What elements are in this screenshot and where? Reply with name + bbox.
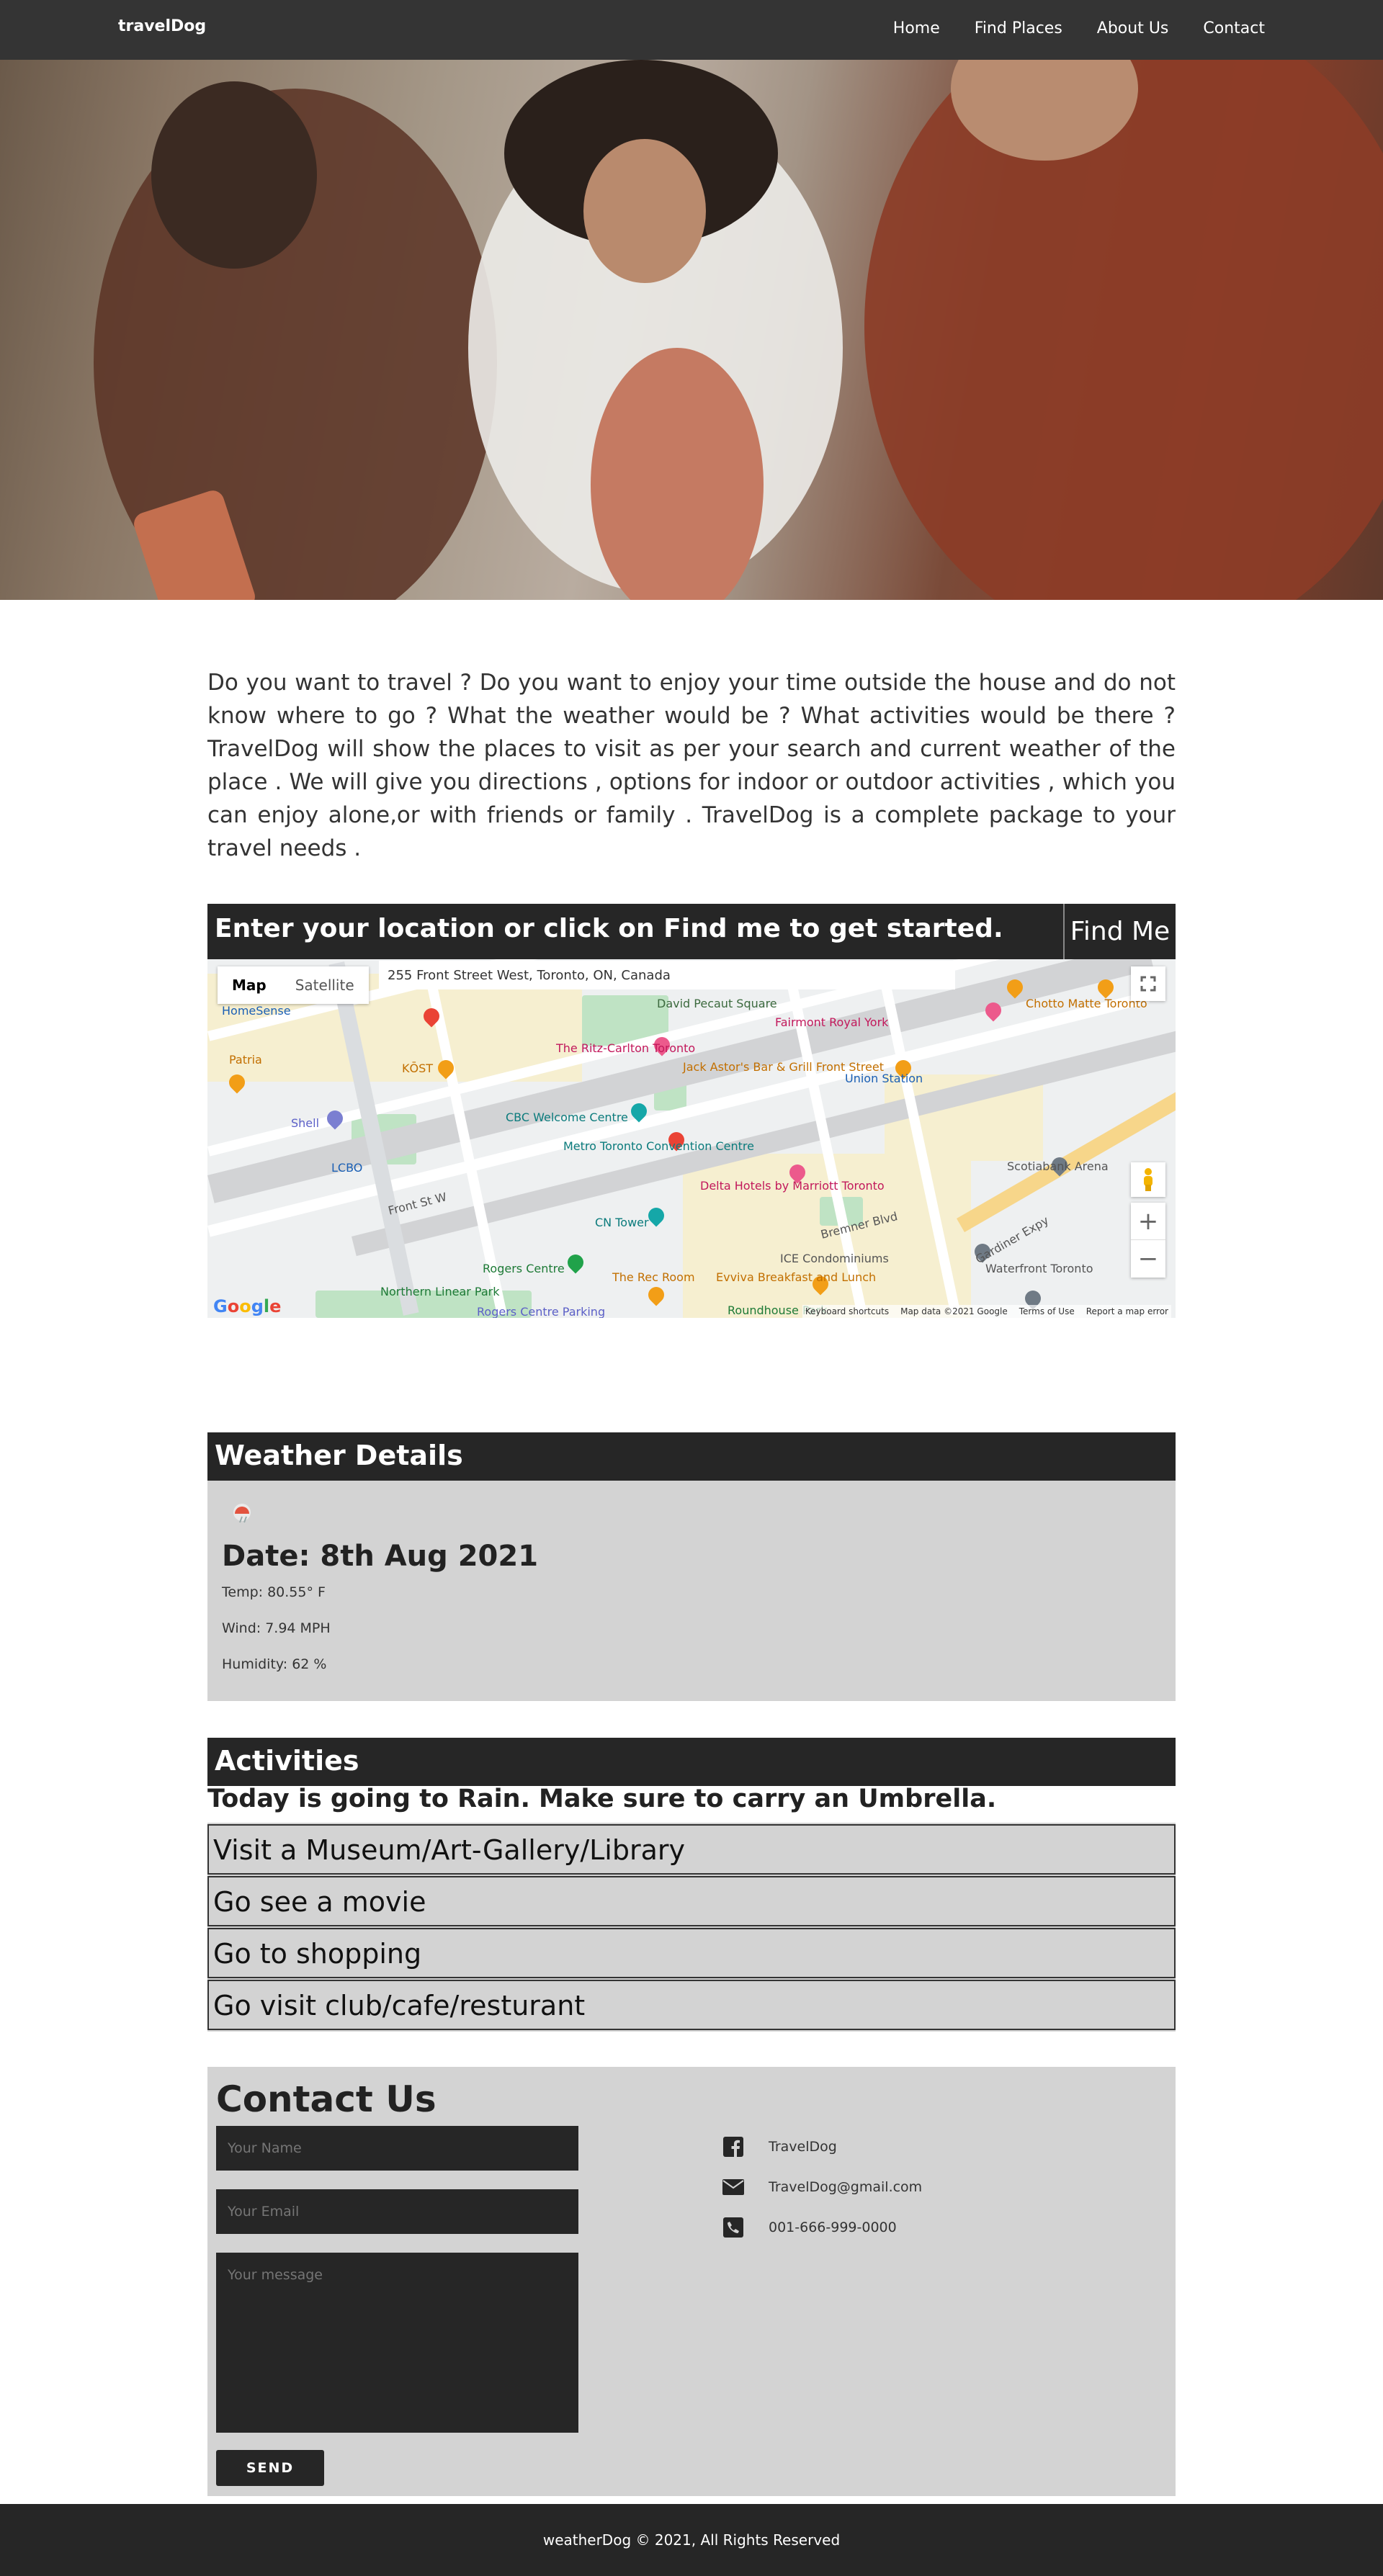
report-error-link[interactable]: Report a map error	[1086, 1306, 1168, 1316]
nav-links: Home Find Places About Us Contact	[893, 19, 1265, 37]
poi-label: Union Station	[845, 1072, 923, 1085]
poi-label: CBC Welcome Centre	[506, 1110, 628, 1124]
poi-label: Chotto Matte Toronto	[1026, 997, 1147, 1010]
map-tab-satellite[interactable]: Satellite	[281, 966, 369, 1004]
name-field[interactable]	[216, 2126, 578, 2171]
contact-facebook: TravelDog	[722, 2136, 837, 2158]
activity-item[interactable]: Go see a movie	[207, 1876, 1176, 1926]
facebook-handle: TravelDog	[769, 2139, 837, 2155]
activities-list: Visit a Museum/Art-Gallery/Library Go se…	[207, 1823, 1176, 2032]
find-me-button[interactable]: Find Me	[1063, 904, 1176, 959]
poi-label: Gardiner Expy	[972, 1213, 1052, 1267]
contact-section: Contact Us SEND TravelDog TravelDog@gmai…	[207, 2067, 1176, 2496]
poi-label: Patria	[229, 1053, 262, 1067]
nav-contact[interactable]: Contact	[1203, 19, 1265, 37]
google-map[interactable]: David Pecaut Square Fairmont Royal York …	[207, 959, 1176, 1318]
contact-email: TravelDog@gmail.com	[722, 2176, 922, 2198]
nav-find-places[interactable]: Find Places	[975, 19, 1062, 37]
activities-heading: Activities	[207, 1738, 1176, 1786]
location-prompt: Enter your location or click on Find me …	[215, 914, 1003, 943]
map-type-tabs: Map Satellite	[218, 966, 369, 1004]
poi-label: Northern Linear Park	[380, 1285, 500, 1298]
weather-humidity: Humidity: 62 %	[222, 1656, 327, 1672]
weather-heading: Weather Details	[207, 1432, 1176, 1481]
keyboard-shortcuts-link[interactable]: Keyboard shortcuts	[805, 1306, 889, 1316]
poi-label: HomeSense	[222, 1004, 291, 1018]
poi-label: Metro Toronto Convention Centre	[563, 1139, 754, 1153]
footer-copyright: weatherDog © 2021, All Rights Reserved	[542, 2531, 841, 2549]
email-field[interactable]	[216, 2189, 578, 2234]
message-field[interactable]	[216, 2253, 578, 2433]
activity-item[interactable]: Go to shopping	[207, 1928, 1176, 1978]
poi-label: Rogers Centre Parking	[477, 1305, 606, 1318]
brand-logo[interactable]: travelDog	[118, 17, 206, 35]
rain-cloud-icon	[229, 1501, 258, 1530]
poi-label: David Pecaut Square	[657, 997, 777, 1010]
nav-about-us[interactable]: About Us	[1097, 19, 1169, 37]
zoom-out-icon[interactable]: −	[1131, 1240, 1165, 1278]
poi-label: CN Tower	[595, 1216, 649, 1229]
zoom-in-icon[interactable]: +	[1131, 1203, 1165, 1240]
poi-label: LCBO	[331, 1161, 363, 1175]
activities-message: Today is going to Rain. Make sure to car…	[207, 1785, 997, 1813]
activity-item[interactable]: Visit a Museum/Art-Gallery/Library	[207, 1824, 1176, 1875]
fullscreen-icon[interactable]	[1131, 966, 1165, 1001]
poi-label: ICE Condominiums	[780, 1252, 889, 1265]
map-footer: Keyboard shortcuts Map data ©2021 Google…	[802, 1305, 1171, 1318]
navbar: travelDog Home Find Places About Us Cont…	[0, 0, 1383, 60]
street-view-icon[interactable]	[1131, 1162, 1165, 1197]
facebook-icon[interactable]	[722, 2136, 744, 2158]
terms-link[interactable]: Terms of Use	[1019, 1306, 1075, 1316]
map-tab-map[interactable]: Map	[218, 966, 281, 1004]
map-data-credit: Map data ©2021 Google	[900, 1306, 1008, 1316]
poi-label: Waterfront Toronto	[985, 1262, 1093, 1275]
weather-temp: Temp: 80.55° F	[222, 1584, 326, 1600]
poi-label: The Ritz-Carlton Toronto	[556, 1041, 696, 1055]
activity-item[interactable]: Go visit club/cafe/resturant	[207, 1980, 1176, 2030]
location-bar: Enter your location or click on Find me …	[207, 904, 1176, 959]
phone-icon	[722, 2217, 744, 2238]
contact-phone: 001-666-999-0000	[722, 2217, 897, 2238]
footer: weatherDog © 2021, All Rights Reserved	[0, 2504, 1383, 2576]
poi-label: Front St W	[386, 1190, 448, 1218]
map-address-bar: 255 Front Street West, Toronto, ON, Cana…	[379, 961, 955, 989]
poi-label: KŌST	[402, 1062, 434, 1075]
weather-panel: Date: 8th Aug 2021 Temp: 80.55° F Wind: …	[207, 1481, 1176, 1701]
send-button[interactable]: SEND	[216, 2450, 324, 2486]
poi-label: Scotiabank Arena	[1007, 1159, 1109, 1173]
poi-label: Delta Hotels by Marriott Toronto	[700, 1179, 885, 1193]
weather-date: Date: 8th Aug 2021	[222, 1540, 539, 1573]
poi-label: The Rec Room	[612, 1270, 695, 1284]
hero-image	[0, 60, 1383, 600]
zoom-controls: + −	[1131, 1203, 1165, 1278]
weather-wind: Wind: 7.94 MPH	[222, 1620, 331, 1636]
poi-label: Evviva Breakfast and Lunch	[716, 1270, 877, 1284]
contact-email-address: TravelDog@gmail.com	[769, 2179, 923, 2195]
intro-text: Do you want to travel ? Do you want to e…	[207, 670, 1176, 861]
contact-title: Contact Us	[216, 2078, 437, 2120]
envelope-icon	[722, 2176, 744, 2198]
poi-label: Shell	[291, 1116, 320, 1130]
contact-phone-number: 001-666-999-0000	[769, 2220, 897, 2235]
google-logo: Google	[213, 1296, 282, 1316]
nav-home[interactable]: Home	[893, 19, 940, 37]
poi-label: Fairmont Royal York	[775, 1015, 889, 1029]
poi-label: Rogers Centre	[483, 1262, 565, 1275]
